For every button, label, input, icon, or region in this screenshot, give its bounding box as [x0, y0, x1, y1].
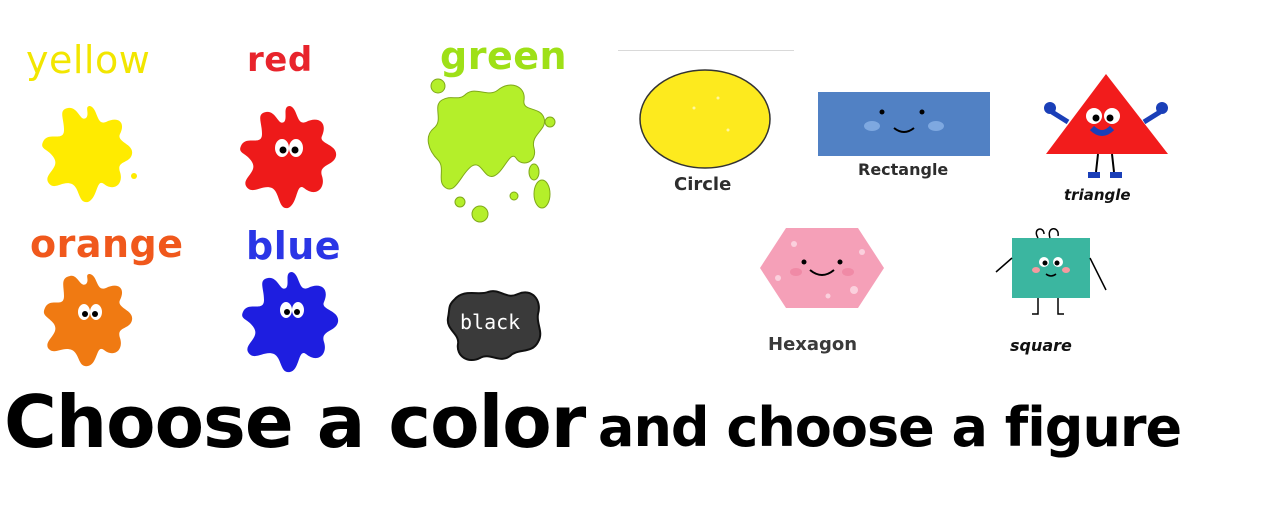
color-label-orange: orange	[30, 222, 184, 266]
square-shape-icon[interactable]	[992, 228, 1110, 318]
color-label-green: green	[440, 34, 568, 78]
blue-splat-icon[interactable]	[240, 266, 344, 376]
heading-choose-color: Choose a color	[4, 380, 586, 464]
orange-splat-icon[interactable]	[42, 268, 138, 372]
color-label-red: red	[247, 40, 313, 80]
shape-label-circle: Circle	[674, 174, 732, 195]
rectangle-shape-icon[interactable]	[818, 90, 990, 158]
shape-label-rectangle: Rectangle	[858, 160, 949, 179]
hexagon-shape-icon[interactable]	[758, 226, 886, 310]
shape-label-hexagon: Hexagon	[768, 334, 858, 355]
shape-label-triangle: triangle	[1064, 186, 1131, 204]
color-label-black: black	[460, 310, 521, 334]
circle-shape-icon[interactable]	[638, 68, 772, 170]
yellow-splat-icon[interactable]	[40, 98, 140, 208]
red-splat-icon[interactable]	[238, 100, 342, 214]
divider	[618, 50, 794, 51]
color-label-blue: blue	[246, 224, 342, 268]
black-splat[interactable]: black	[444, 286, 544, 362]
heading-choose-figure: and choose a figure	[598, 396, 1182, 459]
green-splat-icon[interactable]	[426, 76, 556, 226]
shape-label-square: square	[1010, 336, 1072, 355]
triangle-shape-icon[interactable]	[1042, 72, 1170, 184]
color-label-yellow: yellow	[26, 38, 151, 82]
